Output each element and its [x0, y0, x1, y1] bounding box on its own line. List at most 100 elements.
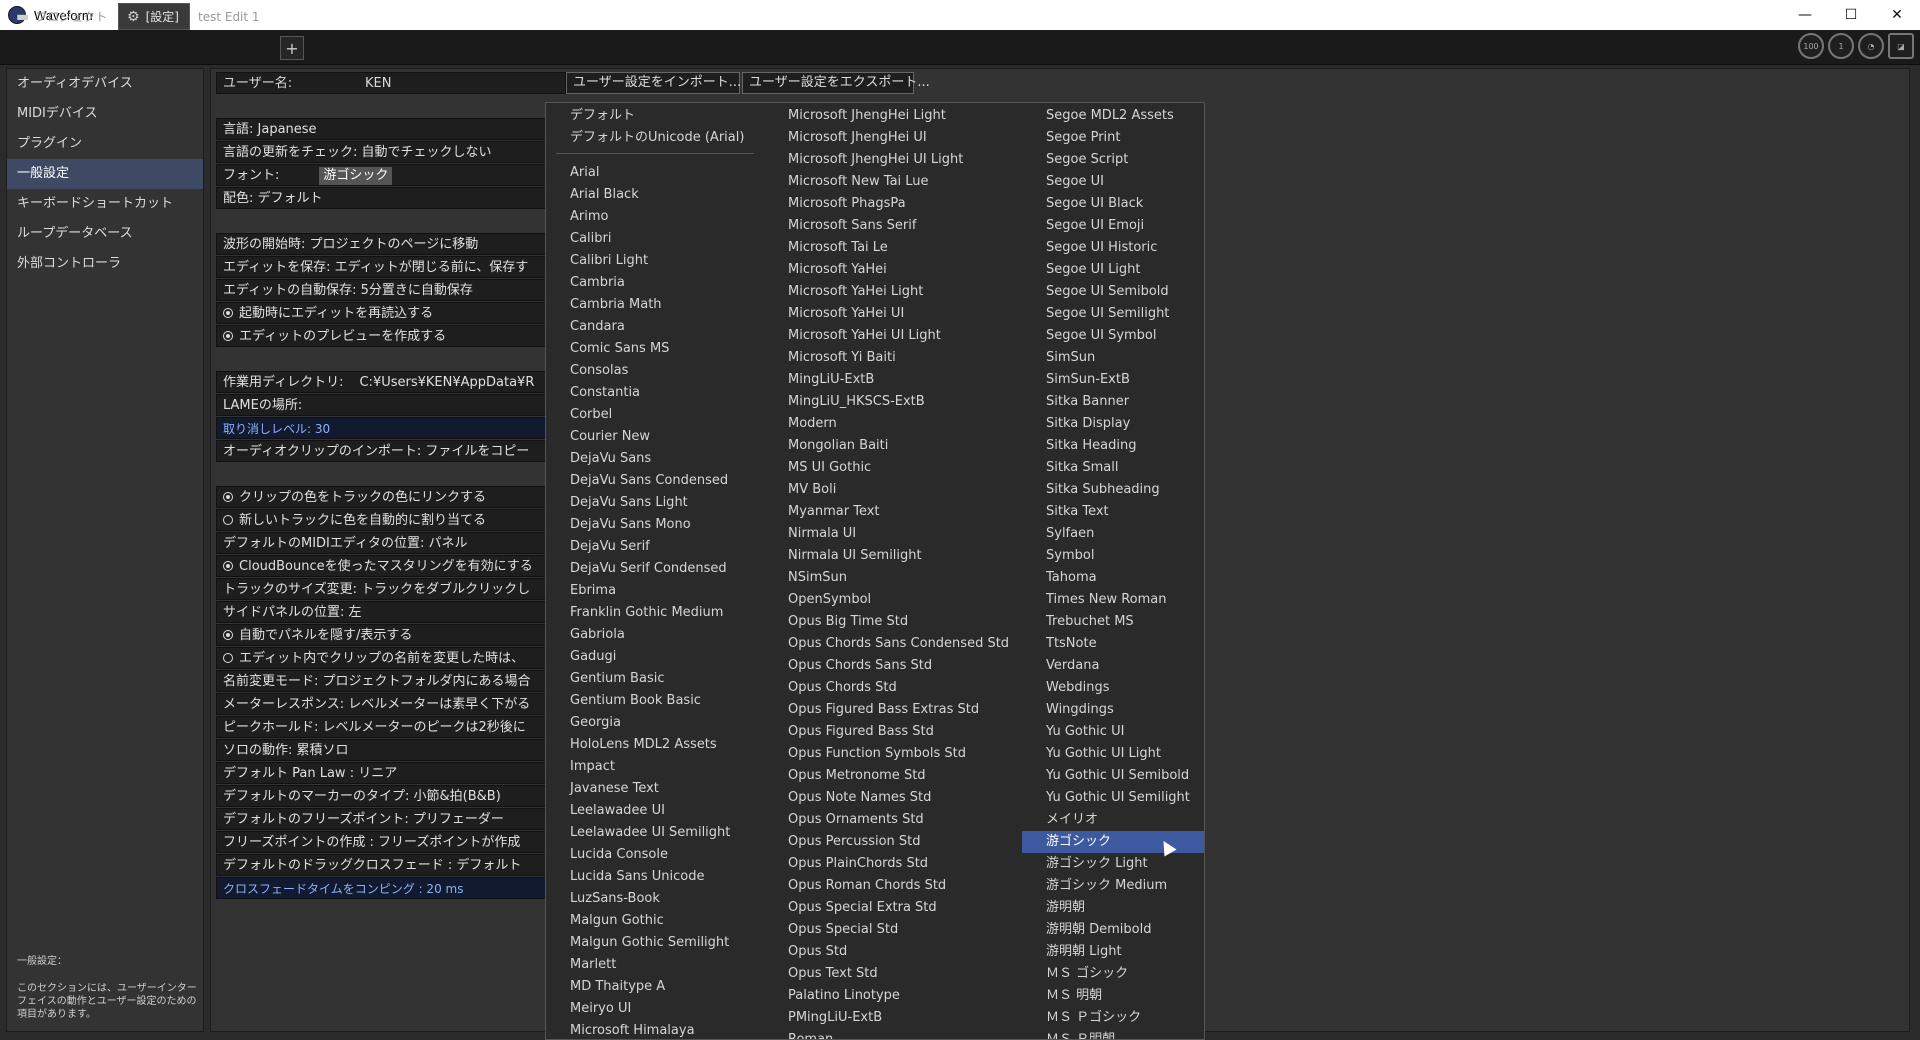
font-option[interactable]: OpenSymbol [764, 589, 1022, 611]
font-option[interactable]: Georgia [546, 712, 764, 734]
username-field[interactable]: ユーザー名: KEN [216, 72, 566, 94]
tab-settings[interactable]: ⚙ [設定] [118, 3, 190, 30]
font-option[interactable]: Javanese Text [546, 778, 764, 800]
expand-icon[interactable]: ◪ [1888, 33, 1914, 59]
setting-row[interactable]: エディット内でクリップの名前を変更した時は、 [216, 647, 546, 669]
tab-project[interactable]: ▬ プロジェクト [8, 3, 118, 30]
font-option[interactable]: Segoe UI [1022, 171, 1204, 193]
font-option[interactable]: MS UI Gothic [764, 457, 1022, 479]
sidebar-item-keyboard-shortcuts[interactable]: キーボードショートカット [7, 189, 203, 219]
font-option[interactable]: 游明朝 Light [1022, 941, 1204, 963]
font-option[interactable]: Nirmala UI Semilight [764, 545, 1022, 567]
font-option[interactable]: PMingLiU-ExtB [764, 1007, 1022, 1029]
maximize-button[interactable]: ☐ [1828, 0, 1874, 30]
font-option[interactable]: Gentium Book Basic [546, 690, 764, 712]
setting-row[interactable]: エディットの自動保存: 5分置きに自動保存 [216, 279, 546, 301]
working-directory-value[interactable]: C:¥Users¥KEN¥AppData¥R [359, 375, 534, 390]
cpu-meter[interactable]: 100 [1798, 33, 1824, 59]
setting-row[interactable]: 配色: デフォルト [216, 187, 546, 209]
font-option[interactable]: DejaVu Sans [546, 448, 764, 470]
font-option[interactable]: Sylfaen [1022, 523, 1204, 545]
add-tab-button[interactable]: + [280, 36, 304, 60]
font-option[interactable]: ＭＳ Ｐ明朝 [1022, 1029, 1204, 1039]
font-option[interactable]: SimSun [1022, 347, 1204, 369]
radio-checked-icon[interactable] [223, 308, 233, 318]
font-option[interactable]: Segoe UI Black [1022, 193, 1204, 215]
font-option[interactable]: HoloLens MDL2 Assets [546, 734, 764, 756]
font-option[interactable]: Palatino Linotype [764, 985, 1022, 1007]
font-option[interactable]: Verdana [1022, 655, 1204, 677]
font-option[interactable]: Nirmala UI [764, 523, 1022, 545]
font-option[interactable]: Consolas [546, 360, 764, 382]
font-option[interactable]: Arimo [546, 206, 764, 228]
font-option[interactable]: Opus Std [764, 941, 1022, 963]
font-option[interactable]: Myanmar Text [764, 501, 1022, 523]
setting-row[interactable]: 作業用ディレクトリ: C:¥Users¥KEN¥AppData¥R [216, 371, 546, 393]
import-settings-button[interactable]: ユーザー設定をインポート... [566, 72, 741, 94]
font-option[interactable]: Opus Special Extra Std [764, 897, 1022, 919]
font-option[interactable]: Opus Note Names Std [764, 787, 1022, 809]
font-option[interactable]: メイリオ [1022, 809, 1204, 831]
font-option[interactable]: Microsoft YaHei UI Light [764, 325, 1022, 347]
font-option[interactable]: ＭＳ Ｐゴシック [1022, 1007, 1204, 1029]
sidebar-item-plugins[interactable]: プラグイン [7, 129, 203, 159]
font-option[interactable]: Yu Gothic UI [1022, 721, 1204, 743]
font-option[interactable]: Leelawadee UI [546, 800, 764, 822]
font-option[interactable]: Sitka Subheading [1022, 479, 1204, 501]
font-option[interactable]: Sitka Display [1022, 413, 1204, 435]
font-option[interactable]: Courier New [546, 426, 764, 448]
setting-row[interactable]: エディットのプレビューを作成する [216, 325, 546, 347]
font-option[interactable]: Opus Text Std [764, 963, 1022, 985]
setting-row[interactable]: 取り消しレベル: 30 [216, 417, 546, 439]
font-option[interactable]: Symbol [1022, 545, 1204, 567]
font-option[interactable]: Segoe UI Emoji [1022, 215, 1204, 237]
font-option[interactable]: Microsoft JhengHei UI [764, 127, 1022, 149]
font-option[interactable]: Opus Figured Bass Extras Std [764, 699, 1022, 721]
font-option[interactable]: Wingdings [1022, 699, 1204, 721]
sidebar-item-midi-devices[interactable]: MIDIデバイス [7, 99, 203, 129]
setting-row[interactable]: デフォルト Pan Law : リニア [216, 762, 546, 784]
sidebar-item-general[interactable]: 一般設定 [7, 159, 203, 189]
font-option[interactable]: Microsoft YaHei UI [764, 303, 1022, 325]
close-button[interactable]: ✕ [1874, 0, 1920, 30]
font-option[interactable]: LuzSans-Book [546, 888, 764, 910]
font-option[interactable]: Sitka Text [1022, 501, 1204, 523]
font-option[interactable]: ＭＳ 明朝 [1022, 985, 1204, 1007]
font-option[interactable]: Sitka Banner [1022, 391, 1204, 413]
setting-row[interactable]: デフォルトのマーカーのタイプ: 小節&拍(B&B) [216, 785, 546, 807]
tab-test-edit[interactable]: test Edit 1 [190, 3, 278, 30]
radio-checked-icon[interactable] [223, 630, 233, 640]
radio-checked-icon[interactable] [223, 331, 233, 341]
font-option[interactable]: Microsoft PhagsPa [764, 193, 1022, 215]
font-option[interactable]: Lucida Console [546, 844, 764, 866]
setting-row[interactable]: クロスフェードタイムをコンピング : 20 ms [216, 877, 546, 899]
font-option[interactable]: Opus Chords Sans Condensed Std [764, 633, 1022, 655]
font-option[interactable]: Microsoft JhengHei Light [764, 105, 1022, 127]
font-option[interactable]: ＭＳ ゴシック [1022, 963, 1204, 985]
font-option[interactable]: Segoe UI Symbol [1022, 325, 1204, 347]
font-option[interactable]: Microsoft Himalaya [546, 1020, 764, 1039]
font-option[interactable]: 游ゴシック [1022, 831, 1204, 853]
font-option[interactable]: Opus Roman Chords Std [764, 875, 1022, 897]
font-option[interactable]: DejaVu Serif Condensed [546, 558, 764, 580]
sidebar-item-audio-devices[interactable]: オーディオデバイス [7, 69, 203, 99]
font-option-default[interactable]: デフォルト [546, 105, 764, 127]
font-option[interactable]: Opus Chords Std [764, 677, 1022, 699]
setting-row[interactable]: CloudBounceを使ったマスタリングを有効にする [216, 555, 546, 577]
font-option[interactable]: Segoe Print [1022, 127, 1204, 149]
font-option[interactable]: DejaVu Serif [546, 536, 764, 558]
font-option[interactable]: Constantia [546, 382, 764, 404]
radio-unchecked-icon[interactable] [223, 653, 233, 663]
font-option[interactable]: Cambria Math [546, 294, 764, 316]
export-settings-button[interactable]: ユーザー設定をエクスポート... [742, 72, 930, 94]
font-option[interactable]: Calibri Light [546, 250, 764, 272]
font-option[interactable]: Segoe MDL2 Assets [1022, 105, 1204, 127]
setting-row[interactable]: 自動でパネルを隠す/表示する [216, 624, 546, 646]
font-option[interactable]: Lucida Sans Unicode [546, 866, 764, 888]
font-option[interactable]: Calibri [546, 228, 764, 250]
setting-row[interactable]: 名前変更モード: プロジェクトフォルダ内にある場合 [216, 670, 546, 692]
font-option[interactable]: Opus PlainChords Std [764, 853, 1022, 875]
font-option[interactable]: Opus Big Time Std [764, 611, 1022, 633]
font-option[interactable]: SimSun-ExtB [1022, 369, 1204, 391]
font-option[interactable]: 游ゴシック Light [1022, 853, 1204, 875]
